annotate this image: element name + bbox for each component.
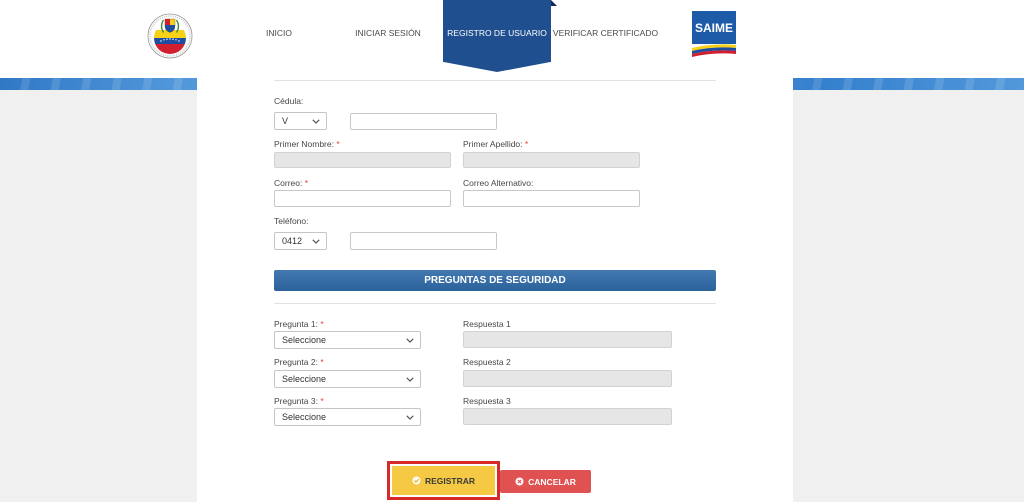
cancel-button-label: CANCELAR <box>528 476 576 487</box>
nav-label: INICIO <box>266 28 292 38</box>
chevron-down-icon <box>312 238 320 244</box>
nav-label: INICIAR SESIÓN <box>355 28 421 38</box>
page: INICIO INICIAR SESIÓN REGISTRO DE USUARI… <box>0 0 1024 502</box>
nav-registro-de-usuario[interactable]: REGISTRO DE USUARIO <box>443 0 551 72</box>
nav-verificar-certificado[interactable]: VERIFICAR CERTIFICADO <box>552 0 659 72</box>
email-label: Correo: * <box>274 177 308 189</box>
question-1-selected: Seleccione <box>282 335 327 345</box>
cancel-button[interactable]: CANCELAR <box>500 470 591 493</box>
last-name-field <box>463 152 640 168</box>
first-name-label: Primer Nombre: * <box>274 138 340 150</box>
divider <box>274 303 716 304</box>
required-mark: * <box>320 396 324 406</box>
nav-label: REGISTRO DE USUARIO <box>447 28 547 38</box>
chevron-down-icon <box>312 118 320 124</box>
phone-prefix-select[interactable]: 0412 <box>274 232 327 250</box>
answer-2-field <box>463 370 672 387</box>
alt-email-label: Correo Alternativo: <box>463 178 534 188</box>
cedula-number-input[interactable] <box>350 113 497 130</box>
email-field[interactable] <box>274 190 451 207</box>
register-button-label: REGISTRAR <box>424 475 476 486</box>
required-mark: * <box>304 178 309 188</box>
saime-logo: SAIME <box>692 11 736 57</box>
cancel-circle-icon <box>515 477 524 486</box>
cedula-label: Cédula: <box>274 96 304 106</box>
question-2-selected: Seleccione <box>282 374 327 384</box>
nav-inicio[interactable]: INICIO <box>250 0 308 72</box>
first-name-field <box>274 152 451 168</box>
answer-1-field <box>463 331 672 348</box>
registration-form-panel: Cédula: V Primer Nombre: * Primer Apelli… <box>197 78 793 502</box>
register-button[interactable]: REGISTRAR <box>392 466 495 495</box>
nav-label: VERIFICAR CERTIFICADO <box>552 28 659 38</box>
question-3-label-text: Pregunta 3: <box>274 396 318 406</box>
last-name-label: Primer Apellido: * <box>463 138 528 150</box>
alt-email-field[interactable] <box>463 190 640 207</box>
question-3-selected: Seleccione <box>282 412 327 422</box>
nav-iniciar-sesion[interactable]: INICIAR SESIÓN <box>340 0 436 72</box>
answer-3-field <box>463 408 672 425</box>
question-3-select[interactable]: Seleccione <box>274 408 421 426</box>
answer-3-label: Respuesta 3 <box>463 396 511 406</box>
cedula-type-value: V <box>282 116 289 126</box>
question-2-select[interactable]: Seleccione <box>274 370 421 388</box>
question-1-label-text: Pregunta 1: <box>274 319 318 329</box>
divider <box>274 80 716 81</box>
saime-logo-text: SAIME <box>695 21 733 35</box>
cedula-type-select[interactable]: V <box>274 112 327 130</box>
answer-1-label: Respuesta 1 <box>463 319 511 329</box>
phone-number-input[interactable] <box>350 232 497 250</box>
security-questions-header: PREGUNTAS DE SEGURIDAD <box>274 270 716 291</box>
question-1-label: Pregunta 1: * <box>274 318 324 330</box>
question-3-label: Pregunta 3: * <box>274 395 324 407</box>
required-mark: * <box>524 139 529 149</box>
required-mark: * <box>320 319 324 329</box>
question-2-label: Pregunta 2: * <box>274 356 324 368</box>
question-2-label-text: Pregunta 2: <box>274 357 318 367</box>
phone-prefix-value: 0412 <box>282 236 303 246</box>
required-mark: * <box>320 357 324 367</box>
chevron-down-icon <box>406 414 414 420</box>
question-1-select[interactable]: Seleccione <box>274 331 421 349</box>
email-label-text: Correo: <box>274 178 303 188</box>
check-circle-icon <box>412 476 421 485</box>
last-name-label-text: Primer Apellido: <box>463 139 523 149</box>
chevron-down-icon <box>406 376 414 382</box>
site-header: INICIO INICIAR SESIÓN REGISTRO DE USUARI… <box>0 0 1024 78</box>
coat-of-arms-logo <box>147 13 193 59</box>
required-mark: * <box>336 139 340 149</box>
chevron-down-icon <box>406 337 414 343</box>
first-name-label-text: Primer Nombre: <box>274 139 334 149</box>
phone-label: Teléfono: <box>274 216 309 226</box>
answer-2-label: Respuesta 2 <box>463 357 511 367</box>
